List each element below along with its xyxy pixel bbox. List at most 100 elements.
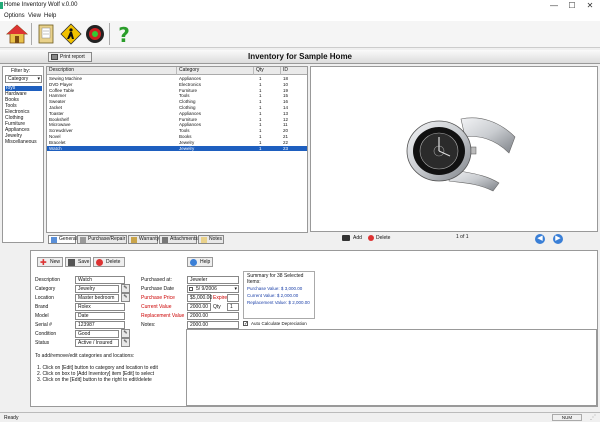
menu-options[interactable]: Options [4, 13, 25, 19]
menu-help[interactable]: Help [44, 13, 56, 19]
table-cell: 1 [259, 99, 262, 105]
tab-attachments[interactable]: Attachments [159, 235, 198, 244]
column-header-category[interactable]: Category [177, 67, 254, 75]
current-value-field[interactable]: 2000.00 [187, 303, 211, 311]
location-value: Master bedroom [78, 295, 115, 301]
next-image-button[interactable]: ▶ [553, 234, 563, 244]
auto-depreciation-label: Auto Calculate Depreciation [251, 321, 307, 326]
delete-button[interactable]: Delete [93, 257, 125, 267]
tab-label: Warranty [139, 236, 160, 242]
condition-label: Condition [35, 331, 57, 337]
table-row[interactable]: Sweater Clothing 1 16 [47, 99, 307, 105]
tab-warranty[interactable]: Warranty [128, 235, 160, 244]
category-item[interactable]: Miscellaneous [5, 140, 42, 145]
add-image-label: Add [353, 235, 362, 241]
purchased-at-field[interactable]: Jeweler [187, 276, 239, 284]
filter-select-value: Category [8, 76, 29, 82]
target-button[interactable] [84, 23, 106, 45]
notes-textarea[interactable] [186, 329, 597, 406]
minimize-button[interactable]: — [548, 1, 560, 11]
close-button[interactable]: ✕ [584, 1, 596, 11]
table-cell: Appliances [179, 122, 202, 128]
help-button[interactable]: ? [113, 23, 135, 47]
table-row[interactable]: Novel Books 1 21 [47, 134, 307, 140]
maximize-button[interactable]: ☐ [566, 1, 578, 11]
edit-status-button[interactable]: ✎ [121, 338, 130, 347]
delete-image-label: Delete [376, 235, 391, 241]
table-cell: Appliances [179, 76, 202, 81]
current-value-amount[interactable]: 2000.00 [187, 312, 239, 320]
menu-view[interactable]: View [28, 13, 41, 19]
summary-title: Summary for 38 Selected Items: [247, 273, 304, 285]
print-report-button[interactable]: Print report [48, 52, 92, 62]
table-cell: 19 [283, 87, 289, 93]
table-cell: Novel [49, 134, 61, 139]
table-row[interactable]: Bookshelf Furniture 1 12 [47, 117, 307, 123]
table-cell: 1 [259, 81, 262, 87]
table-cell: Clothing [179, 99, 196, 105]
table-cell: 1 [259, 139, 262, 145]
summary-current-value: Current Value: $ 2,000.00 [247, 293, 299, 298]
save-label: Save [78, 259, 90, 265]
table-cell: 11 [283, 122, 288, 128]
table-row[interactable]: Watch Jewelry 1 23 [47, 145, 307, 152]
arrow-left-icon: ◀ [537, 235, 543, 242]
edit-category-button[interactable]: ✎ [121, 284, 130, 293]
purchase-date-value: 5/ 9/2006 [196, 286, 217, 292]
home-button[interactable] [5, 23, 29, 45]
tab-notes[interactable]: Notes [198, 235, 224, 244]
description-field[interactable]: Watch [75, 276, 125, 284]
auto-depreciation-checkbox[interactable]: ✓ Auto Calculate Depreciation [243, 321, 333, 329]
expire-field[interactable] [227, 294, 239, 302]
replacement-value-field[interactable]: 2000.00 [187, 321, 239, 329]
column-header-qty[interactable]: Qty [254, 67, 281, 75]
table-row[interactable]: Hammer Tools 1 15 [47, 93, 307, 99]
tab-general[interactable]: General [48, 235, 77, 244]
table-row[interactable]: Toaster Appliances 1 13 [47, 111, 307, 117]
category-value: Jewelry [78, 286, 95, 292]
summary-purchase-value: Purchase Value: $ 3,000.00 [247, 286, 303, 291]
table-row[interactable]: DVD Player Electronics 1 10 [47, 81, 307, 88]
brand-label: Brand [35, 304, 49, 310]
filter-select[interactable]: Category ▾ [5, 75, 42, 83]
edit-location-button[interactable]: ✎ [121, 293, 130, 302]
new-button[interactable]: ✚ New [37, 257, 63, 267]
table-row[interactable]: Bracelet Jewelry 1 22 [47, 139, 307, 146]
previous-image-button[interactable]: ◀ [535, 234, 545, 244]
brand-field[interactable]: Rolex [75, 303, 125, 311]
hint-title: To add/remove/edit categories and locati… [35, 353, 135, 359]
save-button[interactable]: Save [65, 257, 91, 267]
qty-field[interactable]: 1 [227, 303, 239, 311]
table-row[interactable]: Microwave Appliances 1 11 [47, 122, 307, 128]
delete-label: Delete [106, 259, 121, 265]
category-select[interactable]: Jewelry [75, 285, 119, 293]
item-detail-form: ✚ New Save Delete Help Description Categ… [30, 250, 598, 407]
tab-purchase-repair[interactable]: Purchase/Repair [77, 235, 127, 244]
purchase-date-picker[interactable]: 5/ 9/2006 ▾ [187, 285, 239, 293]
table-row[interactable]: Sewing Machine Appliances 1 18 [47, 76, 307, 82]
serial-field[interactable]: 123987 [75, 321, 125, 329]
purchase-price-field[interactable]: $5,000.00 [187, 294, 212, 302]
delete-image-button[interactable]: Delete [368, 234, 398, 243]
condition-select[interactable]: Good [75, 330, 119, 338]
column-header-description[interactable]: Description [47, 67, 177, 75]
qty-label: Qty [213, 304, 221, 310]
location-select[interactable]: Master bedroom [75, 294, 119, 302]
add-image-button[interactable]: Add [342, 234, 368, 243]
model-field[interactable]: Date [75, 312, 125, 320]
table-row[interactable]: Jacket Clothing 1 14 [47, 105, 307, 111]
column-header-id[interactable]: ID [281, 67, 307, 75]
tab-label: Attachments [170, 236, 198, 242]
caution-button[interactable] [60, 23, 82, 45]
edit-condition-button[interactable]: ✎ [121, 329, 130, 338]
notebook-button[interactable] [35, 23, 57, 45]
item-image-panel [310, 66, 598, 232]
table-row[interactable]: Screwdriver Tools 1 20 [47, 128, 307, 134]
table-row[interactable]: Coffee Table Furniture 1 19 [47, 87, 307, 94]
help-button[interactable]: Help [187, 257, 213, 267]
table-cell: Jewelry [179, 145, 195, 151]
status-bar: Ready NUM ⋰ [0, 412, 600, 422]
status-select[interactable]: Active / Insured [75, 339, 119, 347]
checkbox-icon [189, 287, 193, 291]
model-label: Model [35, 313, 49, 319]
